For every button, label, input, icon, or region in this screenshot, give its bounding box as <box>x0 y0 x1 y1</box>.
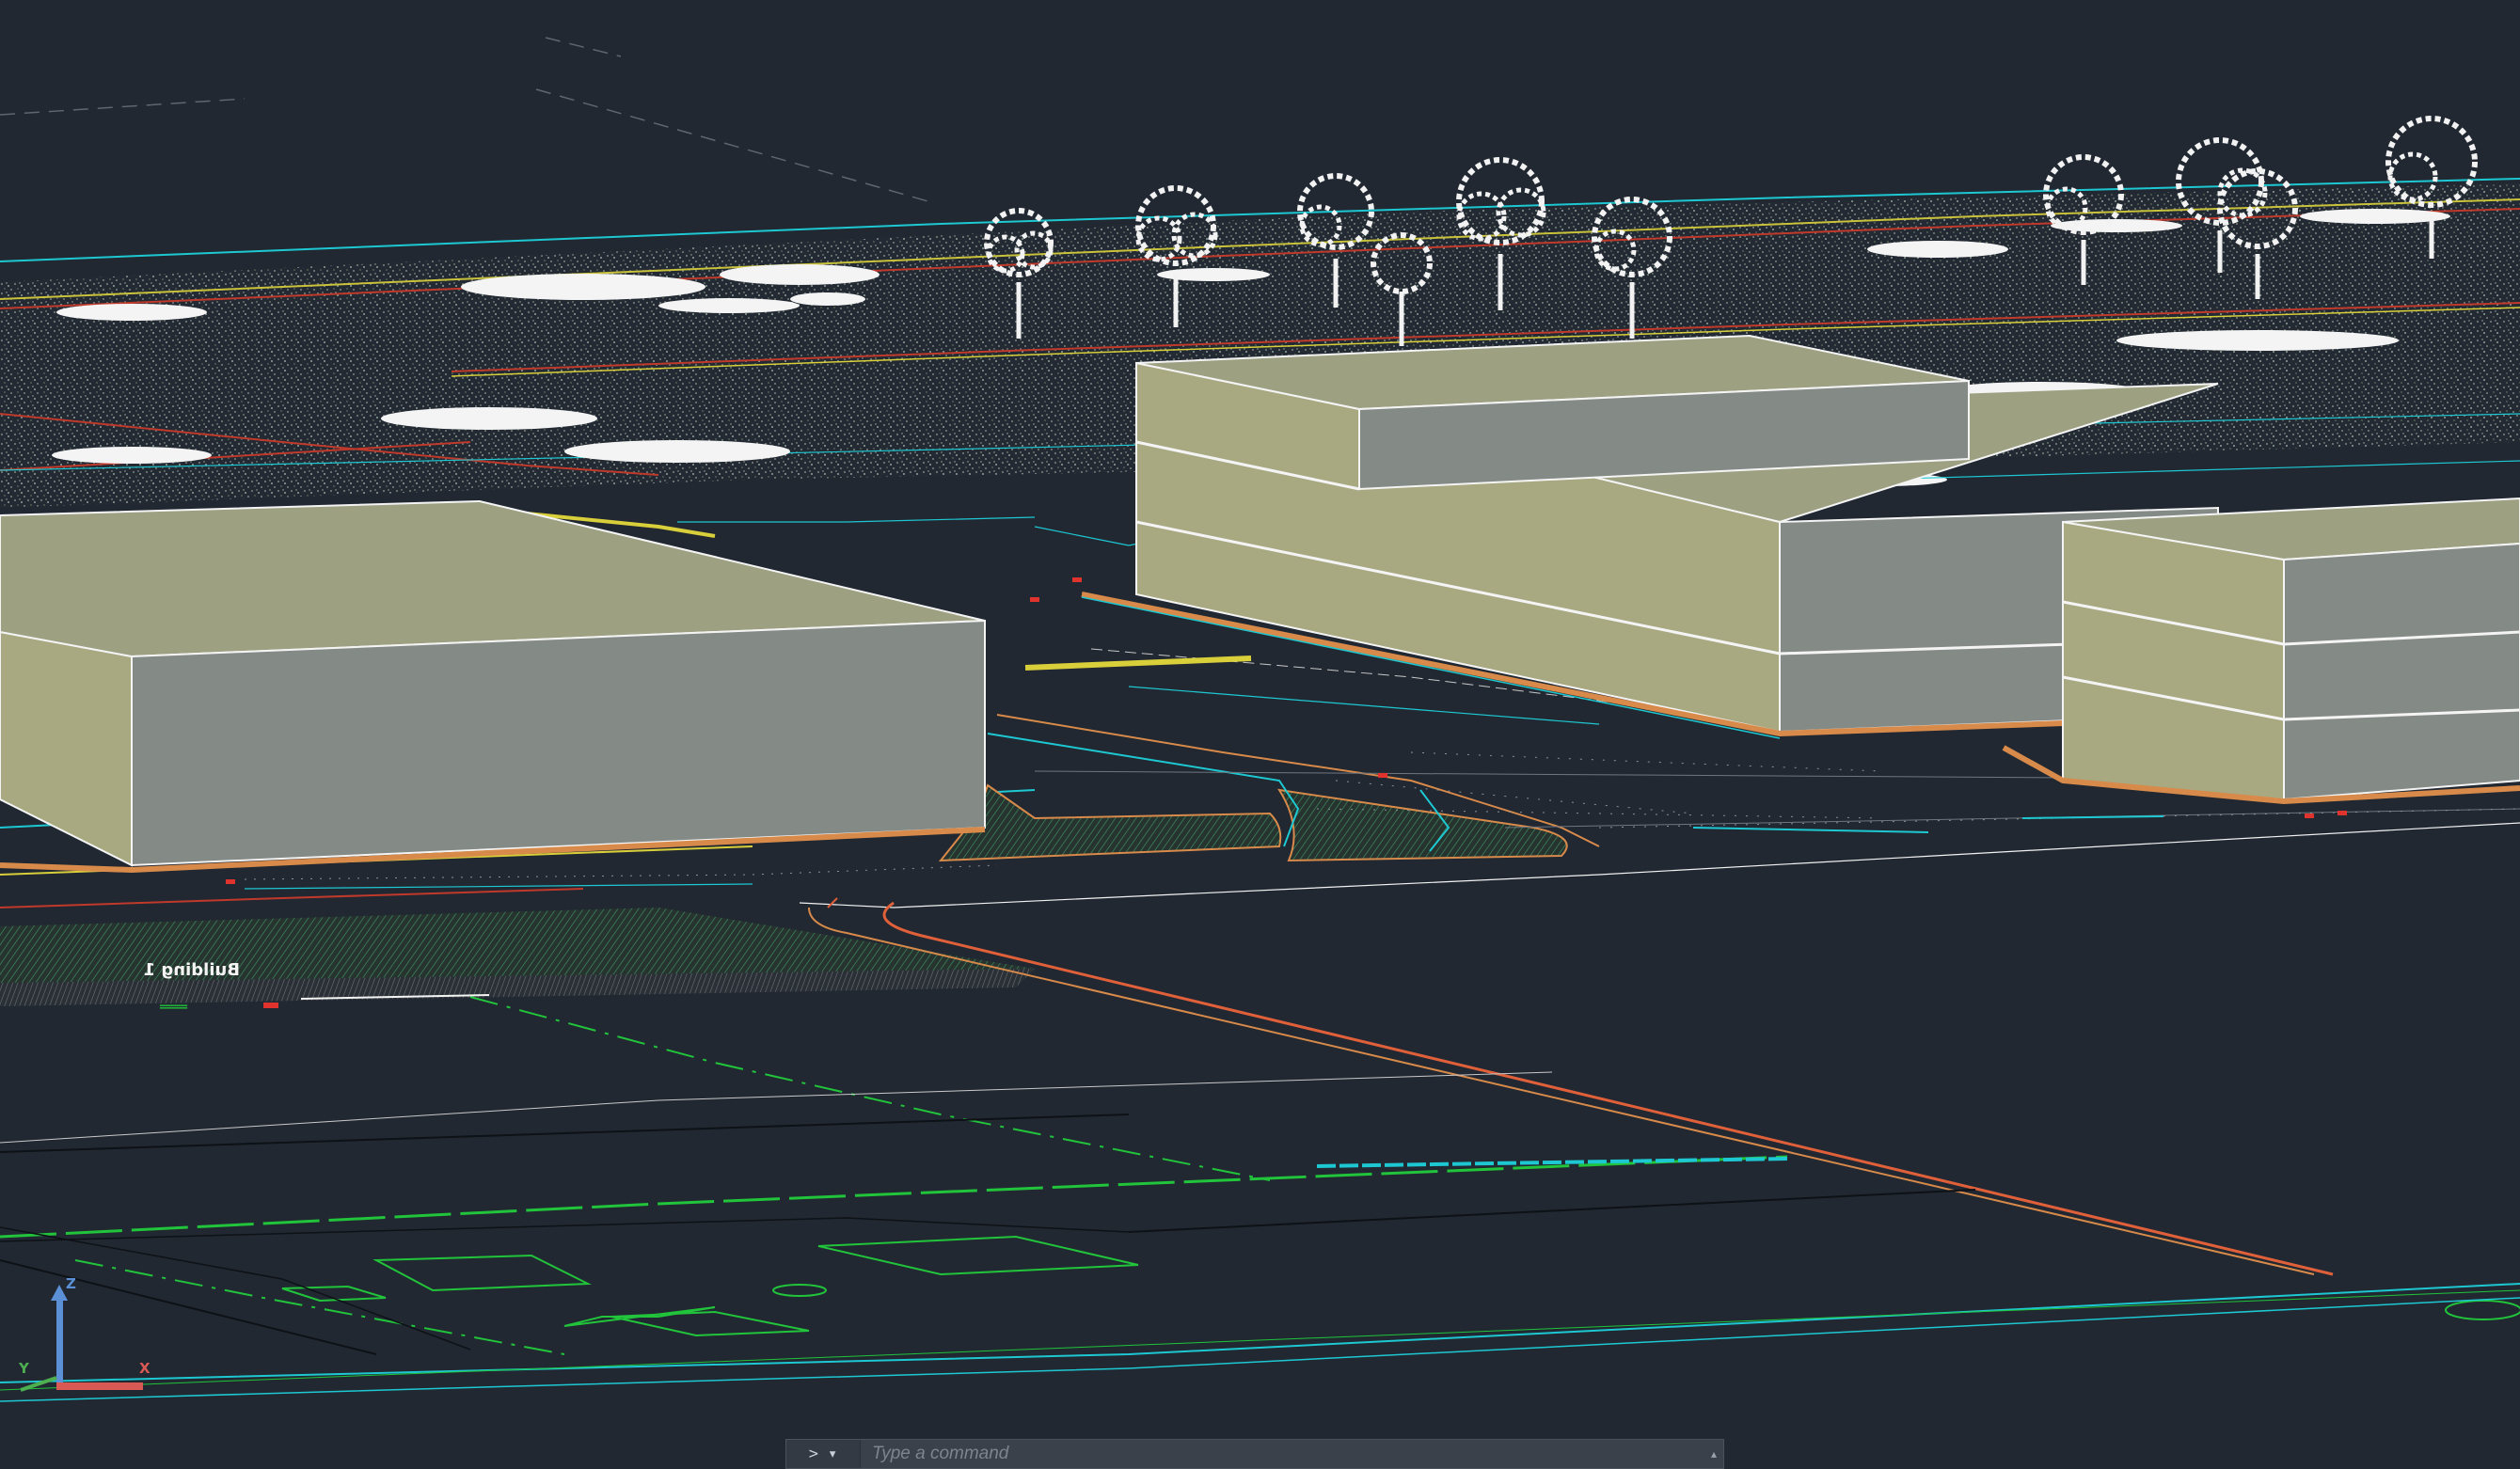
chevron-down-icon: ▾ <box>828 1445 838 1463</box>
building-right <box>2002 497 2520 805</box>
command-input[interactable] <box>861 1439 1704 1469</box>
green-annotation: ═══ <box>159 998 187 1016</box>
building-center <box>1081 334 2219 739</box>
ucs-z-label: Z <box>66 1275 76 1292</box>
ucs-y-label: Y <box>18 1360 30 1377</box>
command-line: > ▾ ▴ <box>785 1439 1724 1469</box>
expand-history-icon[interactable]: ▴ <box>1704 1447 1723 1461</box>
building-label: Building 1 <box>144 960 240 980</box>
drawing-viewport[interactable]: Building 1 ═══ Z X Y <box>0 0 2520 1464</box>
prompt-icon: > <box>808 1445 818 1463</box>
building-left <box>0 499 986 874</box>
ucs-x-label: X <box>139 1360 151 1377</box>
